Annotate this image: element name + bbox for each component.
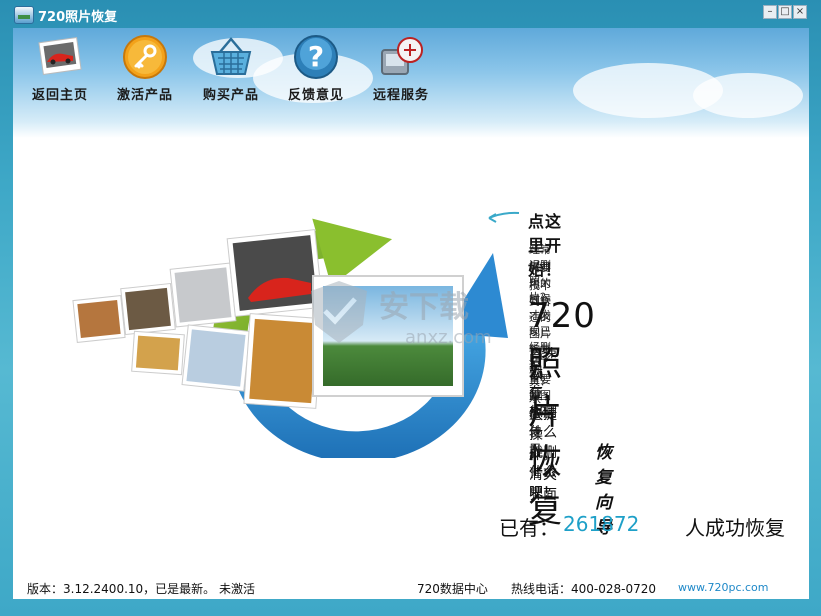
version-text: 版本：3.12.2400.10，已是最新。 [27,582,216,596]
toolbar-home-label: 返回主页 [31,88,88,103]
toolbar-activate-label: 激活产品 [116,88,173,103]
minimize-icon[interactable]: – [763,5,777,19]
close-icon[interactable]: × [793,5,807,19]
car-photo-icon [38,36,82,76]
key-icon [123,35,167,79]
toolbar-home-button[interactable]: 返回主页 [25,32,95,103]
toolbar-buy-button[interactable]: 购买产品 [196,32,266,103]
welcome-text: 欢迎使用 [529,391,542,456]
status-bar: 版本：3.12.2400.10，已是最新。 未激活 720数据中心 热线电话：4… [13,574,809,599]
toolbar-buy-label: 购买产品 [202,88,259,103]
toolbar-feedback-button[interactable]: ? 反馈意见 [281,32,351,103]
shield-icon: 安下载 anxz.com [311,281,492,348]
toolbar-remote-label: 远程服务 [372,88,429,103]
toolbar-activate-button[interactable]: 激活产品 [110,32,180,103]
app-window: 720照片恢复 – □ × 返回主页 激活产品 购买产品 ? 反馈意见 远程服务… [0,0,821,616]
activation-status: 未激活 [219,582,256,596]
data-center-text: 720数据中心 [417,582,488,596]
toolbar-remote-button[interactable]: 远程服务 [366,32,436,103]
website-link[interactable]: www.720pc.com [678,581,769,594]
hotline-text: 热线电话：400-028-0720 [511,582,657,596]
main-panel: 返回主页 激活产品 购买产品 ? 反馈意见 远程服务 点这里开始！ 经常误删照片… [13,28,809,599]
svg-text:anxz.com: anxz.com [405,327,492,348]
window-title: 720照片恢复 [38,10,118,25]
remote-service-icon [381,37,423,75]
svg-text:?: ? [308,40,324,73]
shopping-basket-icon [210,37,252,75]
title-bar[interactable]: 720照片恢复 – □ × [0,0,821,28]
watermark-logo: 安下载 anxz.com [301,273,511,353]
question-icon: ? [294,35,338,79]
svg-text:安下载: 安下载 [379,290,469,325]
count-value: 261872 [563,512,640,536]
toolbar: 返回主页 激活产品 购买产品 ? 反馈意见 远程服务 [13,28,809,108]
toolbar-feedback-label: 反馈意见 [287,88,344,103]
maximize-icon[interactable]: □ [778,5,792,19]
count-suffix: 人成功恢复 [685,516,785,540]
pointer-arrow-icon [488,211,520,223]
app-logo-icon [14,6,34,24]
count-prefix: 已有： [499,516,559,540]
